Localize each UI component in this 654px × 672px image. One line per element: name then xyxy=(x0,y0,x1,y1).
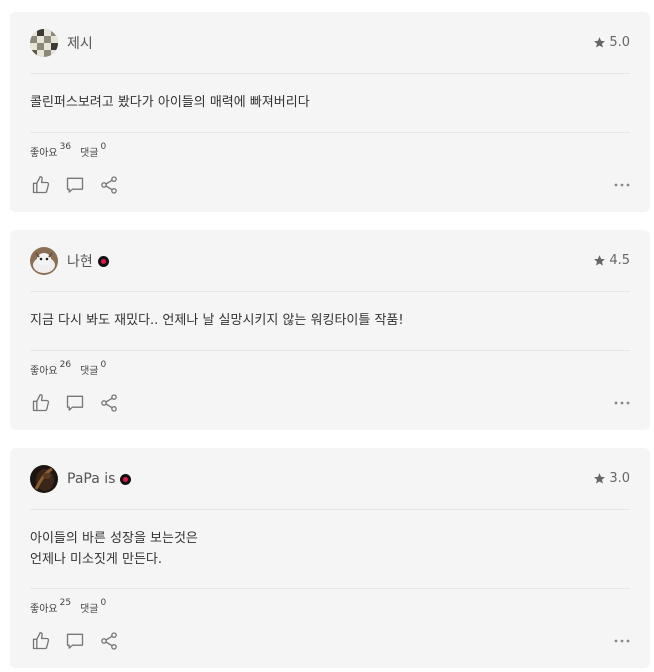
review-card: 나현 4.5 지금 다시 봐도 재밌다.. 언제나 날 실망시키지 않는 워킹타… xyxy=(10,230,650,430)
review-actions xyxy=(30,630,630,652)
avatar[interactable] xyxy=(30,246,58,275)
rating-value: 4.5 xyxy=(609,253,630,268)
comment-button[interactable] xyxy=(64,630,86,652)
like-button[interactable] xyxy=(30,630,52,652)
speech-bubble-icon xyxy=(66,633,84,649)
comments-count: 0 xyxy=(100,142,107,152)
review-counts: 좋아요 26 댓글 0 xyxy=(30,360,630,378)
more-button[interactable] xyxy=(612,175,632,195)
verified-badge-icon xyxy=(97,256,109,267)
like-button[interactable] xyxy=(30,392,52,414)
more-dots-icon xyxy=(614,183,630,187)
comments-label: 댓글 xyxy=(80,148,99,159)
comments-count: 0 xyxy=(100,598,107,608)
more-button[interactable] xyxy=(612,631,632,651)
review-counts: 좋아요 36 댓글 0 xyxy=(30,142,630,160)
review-header: PaPa is 3.0 xyxy=(30,448,630,510)
review-list: 제시 5.0 콜린퍼스보려고 봤다가 아이들의 매력에 빠져버리다 좋아요 36 … xyxy=(0,0,654,672)
review-card: PaPa is 3.0 아이들의 바른 성장을 보는것은 언제나 미소짓게 만든… xyxy=(10,448,650,668)
thumbs-up-icon xyxy=(32,394,50,412)
review-body: 지금 다시 봐도 재밌다.. 언제나 날 실망시키지 않는 워킹타이틀 작품! xyxy=(30,291,630,351)
star-icon xyxy=(594,255,606,266)
review-header: 제시 5.0 xyxy=(30,12,630,74)
review-counts: 좋아요 25 댓글 0 xyxy=(30,598,630,616)
like-button[interactable] xyxy=(30,174,52,196)
reviewer[interactable]: 제시 xyxy=(30,28,93,57)
review-actions xyxy=(30,174,630,196)
review-body: 콜린퍼스보려고 봤다가 아이들의 매력에 빠져버리다 xyxy=(30,73,630,133)
avatar[interactable] xyxy=(30,464,58,493)
reviewer-name[interactable]: 나현 xyxy=(67,251,93,271)
rating-value: 3.0 xyxy=(609,471,630,486)
thumbs-up-icon xyxy=(32,176,50,194)
likes-label: 좋아요 xyxy=(30,366,58,377)
likes-label: 좋아요 xyxy=(30,604,58,615)
share-button[interactable] xyxy=(98,630,120,652)
more-dots-icon xyxy=(614,639,630,643)
thumbs-up-icon xyxy=(32,632,50,650)
reviewer-name[interactable]: PaPa is xyxy=(67,471,115,487)
share-button[interactable] xyxy=(98,174,120,196)
review-footer: 좋아요 36 댓글 0 xyxy=(30,142,630,196)
share-button[interactable] xyxy=(98,392,120,414)
comments-count: 0 xyxy=(100,360,107,370)
star-icon xyxy=(594,37,606,48)
comments-label: 댓글 xyxy=(80,604,99,615)
comments-label: 댓글 xyxy=(80,366,99,377)
share-icon xyxy=(101,632,117,650)
likes-count: 25 xyxy=(59,598,72,608)
likes-label: 좋아요 xyxy=(30,148,58,159)
review-card: 제시 5.0 콜린퍼스보려고 봤다가 아이들의 매력에 빠져버리다 좋아요 36 … xyxy=(10,12,650,212)
review-comment: 아이들의 바른 성장을 보는것은 언제나 미소짓게 만든다. xyxy=(30,530,198,567)
reviewer[interactable]: PaPa is xyxy=(30,464,132,493)
review-footer: 좋아요 26 댓글 0 xyxy=(30,360,630,414)
review-body: 아이들의 바른 성장을 보는것은 언제나 미소짓게 만든다. xyxy=(30,509,630,589)
likes-count: 36 xyxy=(59,142,72,152)
comment-button[interactable] xyxy=(64,392,86,414)
review-header: 나현 4.5 xyxy=(30,230,630,292)
rating: 4.5 xyxy=(593,253,630,268)
rating-value: 5.0 xyxy=(609,35,630,50)
rating: 5.0 xyxy=(593,35,630,50)
likes-count: 26 xyxy=(59,360,72,370)
review-comment: 콜린퍼스보려고 봤다가 아이들의 매력에 빠져버리다 xyxy=(30,95,310,110)
speech-bubble-icon xyxy=(66,395,84,411)
rating: 3.0 xyxy=(593,471,630,486)
comment-button[interactable] xyxy=(64,174,86,196)
review-comment: 지금 다시 봐도 재밌다.. 언제나 날 실망시키지 않는 워킹타이틀 작품! xyxy=(30,313,404,328)
reviewer-name[interactable]: 제시 xyxy=(67,33,93,53)
more-button[interactable] xyxy=(612,393,632,413)
share-icon xyxy=(101,176,117,194)
star-icon xyxy=(594,473,606,484)
review-footer: 좋아요 25 댓글 0 xyxy=(30,598,630,652)
review-actions xyxy=(30,392,630,414)
share-icon xyxy=(101,394,117,412)
speech-bubble-icon xyxy=(66,177,84,193)
avatar[interactable] xyxy=(30,28,58,57)
reviewer[interactable]: 나현 xyxy=(30,246,109,275)
more-dots-icon xyxy=(614,401,630,405)
verified-badge-icon xyxy=(120,474,132,485)
